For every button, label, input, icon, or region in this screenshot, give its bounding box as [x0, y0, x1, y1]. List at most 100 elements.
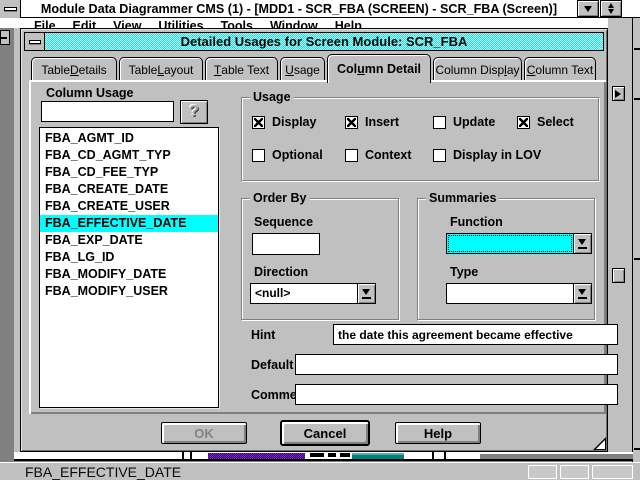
- context-checkbox-label: Context: [365, 148, 412, 162]
- select-checkbox[interactable]: [517, 116, 530, 129]
- checkbox-row-context: Context: [345, 148, 412, 162]
- checkbox-row-insert: Insert: [345, 115, 399, 129]
- question-mark-icon: ?: [189, 103, 199, 121]
- dropdown-arrow-icon: [362, 288, 371, 299]
- list-item[interactable]: FBA_AGMT_ID: [40, 130, 218, 147]
- minimize-arrow-icon: [584, 6, 592, 16]
- minimize-button[interactable]: [577, 0, 599, 17]
- hint-input[interactable]: [333, 324, 618, 345]
- direction-value: <null>: [251, 284, 357, 303]
- list-item[interactable]: FBA_MODIFY_DATE: [40, 266, 218, 283]
- tab-column-text[interactable]: Column Text: [524, 57, 596, 81]
- column-usage-filter-input[interactable]: [41, 101, 174, 122]
- checkbox-row-display-in-lov: Display in LOV: [433, 148, 541, 162]
- ok-button[interactable]: OK: [161, 422, 247, 444]
- optional-checkbox[interactable]: [252, 149, 265, 162]
- dialog-system-menu-icon: [29, 40, 41, 44]
- sequence-label: Sequence: [254, 215, 313, 229]
- tab-column-detail[interactable]: Column Detail: [327, 54, 431, 83]
- column-usage-listbox[interactable]: FBA_AGMT_ID FBA_CD_AGMT_TYP FBA_CD_FEE_T…: [39, 127, 219, 408]
- detailed-usages-dialog: Detailed Usages for Screen Module: SCR_F…: [20, 28, 608, 452]
- usage-groupbox: Usage Display Insert Update Select Optio…: [241, 97, 599, 181]
- status-bar: FBA_EFFECTIVE_DATE: [0, 462, 640, 480]
- update-checkbox-label: Update: [453, 115, 495, 129]
- dropdown-arrow-icon: [578, 238, 587, 249]
- main-window-title: Module Data Diagrammer CMS (1) - [MDD1 -…: [24, 0, 574, 18]
- restore-button[interactable]: [600, 0, 622, 17]
- usage-group-label: Usage: [250, 90, 294, 104]
- list-item[interactable]: FBA_CREATE_DATE: [40, 181, 218, 198]
- update-checkbox[interactable]: [433, 116, 446, 129]
- comment-input[interactable]: [295, 384, 618, 405]
- display-in-lov-checkbox-label: Display in LOV: [453, 148, 541, 162]
- tab-column-display[interactable]: Column Display: [433, 57, 522, 81]
- list-item[interactable]: FBA_CD_AGMT_TYP: [40, 147, 218, 164]
- context-checkbox[interactable]: [345, 149, 358, 162]
- status-panel-1: [528, 465, 557, 479]
- default-input[interactable]: [295, 354, 618, 375]
- background-window-sysbox-fragment: [0, 30, 10, 45]
- column-usage-lookup-button[interactable]: ?: [180, 100, 208, 124]
- right-arrow-icon: [615, 90, 625, 98]
- background-scroll-fragment: [612, 268, 625, 283]
- window-frame-right: [632, 18, 640, 462]
- insert-checkbox-label: Insert: [365, 115, 399, 129]
- order-by-groupbox: Order By Sequence Direction <null>: [241, 198, 399, 320]
- summaries-group-label: Summaries: [426, 191, 499, 205]
- insert-checkbox[interactable]: [345, 116, 358, 129]
- direction-combobox[interactable]: <null>: [250, 283, 376, 304]
- cancel-button-default-ring: Cancel: [280, 420, 370, 446]
- checkbox-row-display: Display: [252, 115, 316, 129]
- status-text: FBA_EFFECTIVE_DATE: [25, 464, 181, 480]
- restore-up-arrow-icon: [608, 0, 614, 8]
- dialog-system-menu-button[interactable]: [25, 33, 45, 50]
- tab-table-layout[interactable]: Table Layout: [119, 57, 203, 81]
- tab-table-details[interactable]: Table Details: [31, 57, 117, 81]
- type-value: [447, 284, 573, 303]
- select-checkbox-label: Select: [537, 115, 574, 129]
- main-window-titlebar: Module Data Diagrammer CMS (1) - [MDD1 -…: [0, 0, 640, 18]
- dialog-titlebar[interactable]: Detailed Usages for Screen Module: SCR_F…: [24, 32, 604, 51]
- direction-label: Direction: [254, 265, 308, 279]
- dialog-title: Detailed Usages for Screen Module: SCR_F…: [181, 34, 468, 49]
- left-desktop-margin: [0, 28, 20, 459]
- system-menu-icon: [4, 7, 17, 11]
- function-label: Function: [450, 215, 503, 229]
- list-item[interactable]: FBA_CD_FEE_TYP: [40, 164, 218, 181]
- function-dropdown-button[interactable]: [573, 234, 591, 253]
- type-dropdown-button[interactable]: [573, 284, 591, 303]
- hint-label: Hint: [251, 328, 275, 342]
- function-value: [447, 234, 573, 253]
- list-item-selected[interactable]: FBA_EFFECTIVE_DATE: [40, 215, 218, 232]
- list-item[interactable]: FBA_LG_ID: [40, 249, 218, 266]
- display-in-lov-checkbox[interactable]: [433, 149, 446, 162]
- status-panel-2: [560, 465, 589, 479]
- help-button[interactable]: Help: [395, 422, 481, 444]
- direction-dropdown-button[interactable]: [357, 284, 375, 303]
- order-by-group-label: Order By: [250, 191, 310, 205]
- restore-down-arrow-icon: [608, 9, 614, 17]
- list-item[interactable]: FBA_EXP_DATE: [40, 232, 218, 249]
- background-scroll-arrow-button[interactable]: [612, 86, 625, 101]
- type-combobox[interactable]: [446, 283, 592, 304]
- dropdown-arrow-icon: [578, 288, 587, 299]
- list-item[interactable]: FBA_MODIFY_USER: [40, 283, 218, 300]
- cancel-button[interactable]: Cancel: [282, 422, 368, 444]
- summaries-groupbox: Summaries Function Type: [417, 198, 595, 320]
- tab-table-text[interactable]: Table Text: [205, 57, 278, 81]
- optional-checkbox-label: Optional: [272, 148, 323, 162]
- type-label: Type: [450, 265, 478, 279]
- function-combobox[interactable]: [446, 233, 592, 254]
- resize-grip-icon[interactable]: [593, 437, 606, 450]
- display-checkbox[interactable]: [252, 116, 265, 129]
- checkbox-row-update: Update: [433, 115, 495, 129]
- background-window-border: [14, 459, 633, 461]
- system-menu-button[interactable]: [0, 0, 21, 18]
- checkbox-row-select: Select: [517, 115, 574, 129]
- sequence-input[interactable]: [252, 233, 320, 255]
- display-checkbox-label: Display: [272, 115, 316, 129]
- screen: Module Data Diagrammer CMS (1) - [MDD1 -…: [0, 0, 640, 480]
- tab-usage[interactable]: Usage: [280, 57, 325, 81]
- list-item[interactable]: FBA_CREATE_USER: [40, 198, 218, 215]
- tab-strip: Table Details Table Layout Table Text Us…: [31, 57, 596, 81]
